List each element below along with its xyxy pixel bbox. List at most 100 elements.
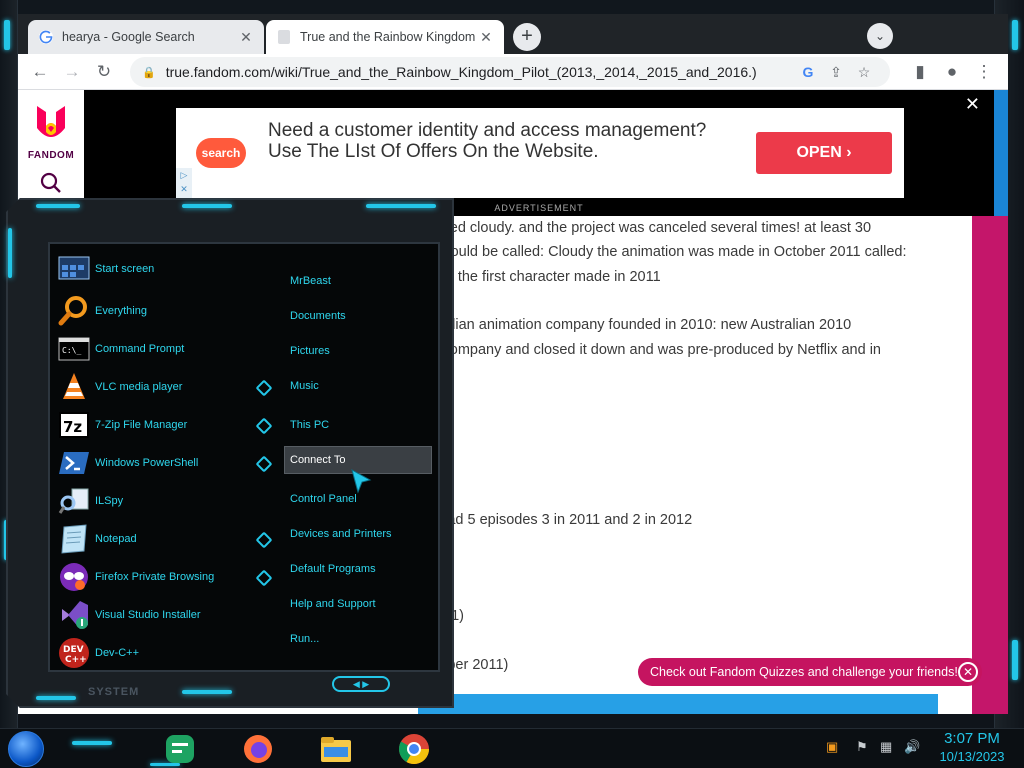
google-lens-icon[interactable]: G <box>794 64 822 80</box>
firefox-icon[interactable] <box>240 731 276 767</box>
article-text-line: n would be called: Cloudy the animation … <box>428 244 907 260</box>
place-default-programs[interactable]: Default Programs <box>290 563 376 575</box>
place-help-support[interactable]: Help and Support <box>290 598 376 610</box>
frame-accent <box>36 696 76 700</box>
ilspy-icon <box>58 488 89 514</box>
share-icon[interactable]: ⇪ <box>822 64 850 81</box>
program-notepad[interactable]: Notepad <box>58 521 268 557</box>
place-this-pc[interactable]: This PC <box>290 419 329 431</box>
ad-logo: search <box>196 138 246 168</box>
program-label: Command Prompt <box>95 343 185 355</box>
fandom-quiz-banner[interactable]: Check out Fandom Quizzes and challenge y… <box>638 658 982 686</box>
ad-open-button[interactable]: OPEN › <box>756 132 892 174</box>
frame-accent <box>182 204 232 208</box>
new-tab-button[interactable]: + <box>513 23 541 51</box>
program-label: ILSpy <box>95 495 124 507</box>
place-devices-printers[interactable]: Devices and Printers <box>290 528 392 540</box>
tab-title: hearya - Google Search <box>62 30 195 44</box>
bookmark-star-icon[interactable]: ☆ <box>850 64 878 81</box>
program-label: Visual Studio Installer <box>95 609 201 621</box>
article-body: called cloudy. and the project was cance… <box>428 216 988 696</box>
program-vlc[interactable]: VLC media player <box>58 369 268 405</box>
tab-google-search[interactable]: hearya - Google Search ✕ <box>28 20 264 54</box>
fandom-wordmark: FANDOM <box>27 150 75 161</box>
system-clock[interactable]: 3:07 PM 10/13/2023 <box>926 729 1018 766</box>
fandom-logo-icon[interactable] <box>34 102 68 142</box>
reload-icon[interactable]: ↻ <box>90 58 118 86</box>
tab-fandom-page[interactable]: True and the Rainbow Kingdom Pilot ✕ <box>266 20 504 54</box>
close-banner-icon[interactable]: ✕ <box>958 662 978 682</box>
chrome-icon[interactable] <box>396 731 432 767</box>
frame-accent <box>1012 640 1018 680</box>
cmd-icon: C:\_ <box>58 337 90 361</box>
lock-icon: 🔒 <box>142 66 156 79</box>
magnifier-icon <box>58 296 87 326</box>
frame-accent <box>1012 20 1018 50</box>
program-ilspy[interactable]: ILSpy <box>58 483 268 519</box>
network-icon[interactable]: ▦ <box>880 739 892 755</box>
frame-accent <box>366 204 436 208</box>
place-music[interactable]: Music <box>290 380 319 392</box>
google-chat-icon[interactable] <box>162 731 198 767</box>
program-vs-installer[interactable]: Visual Studio Installer <box>58 597 268 633</box>
clock-time: 3:07 PM <box>944 730 1000 747</box>
start-menu: Start screen Everything C:\_ Command Pro… <box>6 198 454 708</box>
browser-toolbar: ← → ↻ 🔒 true.fandom.com/wiki/True_and_th… <box>18 54 1008 90</box>
frame-accent <box>182 690 232 694</box>
7zip-icon: 7z <box>59 412 89 438</box>
kebab-menu-icon[interactable]: ⋮ <box>970 58 998 86</box>
start-menu-nav-arrows[interactable]: ◀ ▶ <box>332 676 390 692</box>
file-explorer-icon[interactable] <box>318 731 354 767</box>
ad-creative[interactable]: search Need a customer identity and acce… <box>176 108 904 198</box>
program-7zip[interactable]: 7z 7-Zip File Manager <box>58 407 268 443</box>
program-command-prompt[interactable]: C:\_ Command Prompt <box>58 331 268 367</box>
program-label: VLC media player <box>95 381 183 393</box>
ad-close-icon[interactable]: ✕ <box>965 94 980 115</box>
tab-title: True and the Rainbow Kingdom Pilot <box>300 30 478 44</box>
program-powershell[interactable]: Windows PowerShell <box>58 445 268 481</box>
place-mrbeast[interactable]: MrBeast <box>290 275 331 287</box>
taskbar: ▣ ⚑ ▦ 🔊 3:07 PM 10/13/2023 <box>0 728 1024 768</box>
adchoices-icon[interactable]: ▷ ✕ <box>176 168 192 198</box>
start-menu-footer: SYSTEM <box>88 686 140 698</box>
volume-icon[interactable]: 🔊 <box>904 739 920 755</box>
svg-text:DEV: DEV <box>63 645 84 655</box>
frame-top <box>0 0 1024 14</box>
page-side-decoration <box>972 216 1008 714</box>
forward-arrow-icon[interactable]: → <box>58 58 86 86</box>
search-icon[interactable] <box>40 172 62 194</box>
start-orb-icon[interactable] <box>8 731 44 767</box>
program-everything[interactable]: Everything <box>58 293 268 329</box>
place-control-panel[interactable]: Control Panel <box>290 493 357 505</box>
place-documents[interactable]: Documents <box>290 310 346 322</box>
program-devcpp[interactable]: DEV C++ Dev-C++ <box>58 635 268 671</box>
side-panel-icon[interactable]: ▮ <box>906 58 934 86</box>
google-icon <box>39 30 53 44</box>
frame-accent <box>36 204 80 208</box>
address-bar[interactable]: 🔒 true.fandom.com/wiki/True_and_the_Rain… <box>130 57 890 87</box>
program-label: Everything <box>95 305 147 317</box>
page-icon <box>278 30 290 44</box>
article-text-line: stralian animation company founded in 20… <box>428 317 852 333</box>
page-bottom-decoration <box>418 694 938 714</box>
place-pictures[interactable]: Pictures <box>290 345 330 357</box>
place-run[interactable]: Run... <box>290 633 319 645</box>
tray-app-icon[interactable]: ▣ <box>826 739 838 755</box>
program-firefox-private[interactable]: Firefox Private Browsing <box>58 559 268 595</box>
article-text-line: is company and closed it down and was pr… <box>428 342 881 358</box>
back-arrow-icon[interactable]: ← <box>26 58 54 86</box>
flag-icon[interactable]: ⚑ <box>856 739 868 755</box>
place-connect-to[interactable]: Connect To <box>290 454 345 466</box>
close-tab-icon[interactable]: ✕ <box>478 29 494 46</box>
svg-text:7z: 7z <box>63 418 82 436</box>
quiz-banner-text: Check out Fandom Quizzes and challenge y… <box>650 665 958 679</box>
article-text-line: s had 5 episodes 3 in 2011 and 2 in 2012 <box>428 512 693 528</box>
program-label: Windows PowerShell <box>95 457 199 469</box>
page-accent-bar <box>994 90 1008 216</box>
close-tab-icon[interactable]: ✕ <box>238 29 254 46</box>
ad-text: Need a customer identity and access mana… <box>268 120 707 162</box>
profile-avatar-icon[interactable]: ● <box>938 58 966 86</box>
tab-search-chevron-icon[interactable]: ⌄ <box>867 23 893 49</box>
program-start-screen[interactable]: Start screen <box>58 251 268 287</box>
firefox-private-icon <box>60 563 88 591</box>
